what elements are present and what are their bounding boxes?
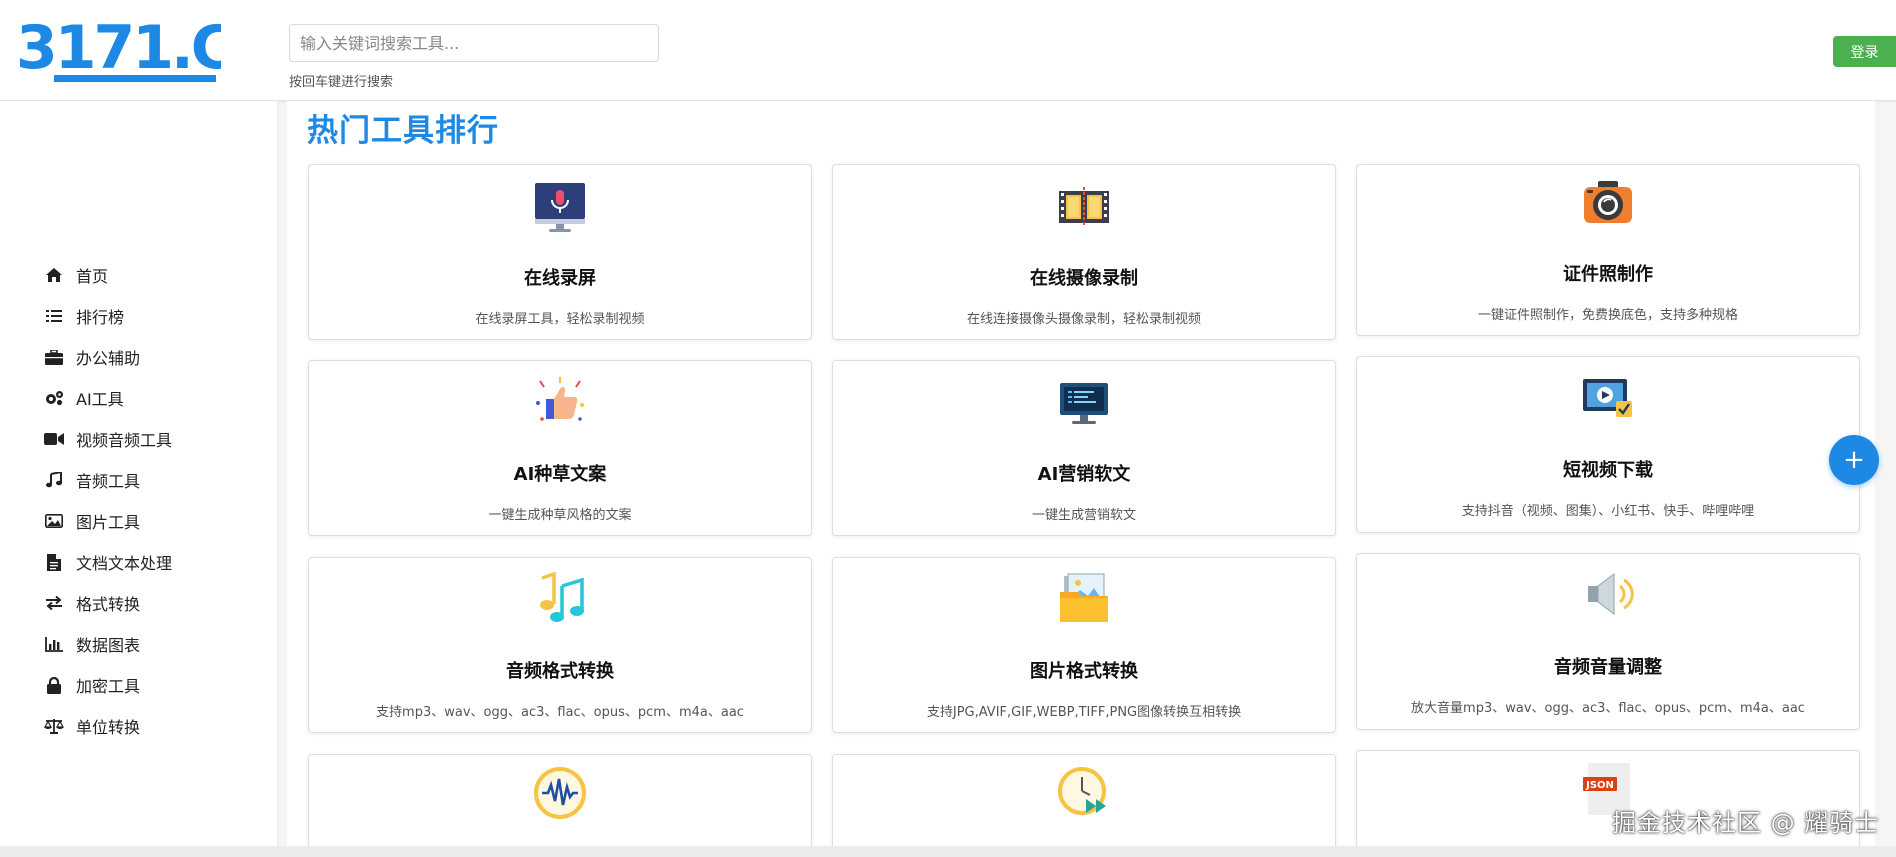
- bar-chart-icon: [44, 634, 64, 654]
- card-title: 短视频下载: [1563, 460, 1653, 481]
- sidebar-item-label: 音频工具: [76, 472, 141, 491]
- film-strip-icon: [1056, 179, 1112, 235]
- sidebar-item-image[interactable]: 图片工具: [44, 506, 140, 536]
- sidebar-item-label: AI工具: [76, 390, 124, 409]
- sidebar-item-audio[interactable]: 音频工具: [44, 465, 140, 495]
- tool-card-speed[interactable]: [832, 754, 1336, 846]
- document-icon: [44, 552, 64, 572]
- image-icon: [44, 511, 64, 531]
- main-content: 热门工具排行 在线录屏 在线录屏工具，轻松录制视频 在线摄像录制 在线连接摄像头…: [287, 101, 1875, 846]
- computer-screen-icon: [1056, 375, 1112, 431]
- json-badge-text: JSON: [1585, 780, 1614, 791]
- sidebar-item-label: 视频音频工具: [76, 431, 173, 450]
- sidebar-item-label: 单位转换: [76, 718, 141, 737]
- camera-icon: [1580, 176, 1636, 232]
- card-desc: 一键生成营销软文: [1031, 508, 1136, 523]
- card-title: 音频格式转换: [506, 661, 614, 682]
- watermark-text: 掘金技术社区 @ 耀骑士: [1612, 809, 1880, 837]
- gears-icon: [44, 388, 64, 408]
- sidebar-item-office[interactable]: 办公辅助: [44, 342, 140, 372]
- search-input[interactable]: [289, 24, 659, 62]
- music-notes-icon: [532, 570, 588, 626]
- sidebar-item-label: 排行榜: [76, 308, 125, 327]
- monitor-microphone-icon: [532, 179, 588, 235]
- sidebar-item-unit[interactable]: 单位转换: [44, 711, 140, 741]
- sidebar-item-label: 办公辅助: [76, 349, 141, 368]
- sidebar-item-label: 加密工具: [76, 677, 141, 696]
- sidebar-item-charts[interactable]: 数据图表: [44, 629, 140, 659]
- sidebar-item-video-audio[interactable]: 视频音频工具: [44, 424, 172, 454]
- search-hint: 按回车键进行搜索: [289, 75, 394, 90]
- card-desc: 一键证件照制作，免费换底色，支持多种规格: [1477, 308, 1738, 323]
- sidebar-item-ai-tools[interactable]: AI工具: [44, 383, 124, 413]
- card-title: 在线录屏: [524, 268, 596, 289]
- sidebar-item-label: 格式转换: [76, 595, 141, 614]
- tool-card-camera-record[interactable]: 在线摄像录制 在线连接摄像头摄像录制，轻松录制视频: [832, 164, 1336, 340]
- tool-card-image-format[interactable]: 图片格式转换 支持JPG,AVIF,GIF,WEBP,TIFF,PNG图像转换互…: [832, 557, 1336, 733]
- card-desc: 在线连接摄像头摄像录制，轻松录制视频: [966, 312, 1201, 327]
- card-title: 证件照制作: [1563, 264, 1653, 285]
- video-download-icon: [1580, 371, 1636, 427]
- tool-card-short-video[interactable]: 短视频下载 支持抖音（视频、图集）、小红书、快手、哔哩哔哩: [1356, 356, 1860, 533]
- sidebar-item-home[interactable]: 首页: [44, 260, 108, 290]
- sidebar: 首页 排行榜 办公辅助 AI工具 视频音频工具 音频工具 图片工具 文档文本处理…: [0, 101, 278, 846]
- thumbs-up-icon: [532, 375, 588, 431]
- card-desc: 在线录屏工具，轻松录制视频: [475, 312, 645, 327]
- logo-text: 3171.CN: [16, 14, 221, 83]
- login-button[interactable]: 登录: [1833, 36, 1896, 67]
- card-desc: 支持抖音（视频、图集）、小红书、快手、哔哩哔哩: [1461, 504, 1755, 519]
- sidebar-item-label: 图片工具: [76, 513, 141, 532]
- tool-card-ai-seeding[interactable]: AI种草文案 一键生成种草风格的文案: [308, 360, 812, 536]
- card-title: 在线摄像录制: [1030, 268, 1138, 289]
- speaker-icon: [1580, 566, 1636, 622]
- list-icon: [44, 306, 64, 326]
- card-title: AI种草文案: [513, 464, 607, 485]
- tool-card-audio-volume[interactable]: 音频音量调整 放大音量mp3、wav、ogg、ac3、flac、opus、pcm…: [1356, 553, 1860, 730]
- balance-scale-icon: [44, 716, 64, 736]
- exchange-arrows-icon: [44, 593, 64, 613]
- card-title: 图片格式转换: [1030, 661, 1138, 682]
- floating-add-button[interactable]: +: [1829, 435, 1879, 485]
- video-camera-icon: [44, 429, 64, 449]
- card-desc: 放大音量mp3、wav、ogg、ac3、flac、opus、pcm、m4a、aa…: [1411, 701, 1805, 716]
- tool-card-id-photo[interactable]: 证件照制作 一键证件照制作，免费换底色，支持多种规格: [1356, 164, 1860, 336]
- sidebar-item-document[interactable]: 文档文本处理: [44, 547, 172, 577]
- lock-icon: [44, 675, 64, 695]
- card-desc: 一键生成种草风格的文案: [488, 508, 632, 523]
- bottom-scroll-strip: [0, 846, 1896, 857]
- sidebar-item-label: 首页: [76, 267, 109, 286]
- tool-card-ai-marketing[interactable]: AI营销软文 一键生成营销软文: [832, 360, 1336, 536]
- card-title: AI营销软文: [1037, 464, 1131, 485]
- section-title: 热门工具排行: [307, 113, 499, 149]
- clock-fast-forward-icon: [1056, 765, 1112, 821]
- sidebar-item-ranking[interactable]: 排行榜: [44, 301, 124, 331]
- tool-card-waveform[interactable]: [308, 754, 812, 846]
- card-desc: 支持JPG,AVIF,GIF,WEBP,TIFF,PNG图像转换互相转换: [926, 705, 1242, 720]
- sidebar-item-encryption[interactable]: 加密工具: [44, 670, 140, 700]
- sidebar-item-format[interactable]: 格式转换: [44, 588, 140, 618]
- sidebar-item-label: 文档文本处理: [76, 554, 173, 573]
- music-note-icon: [44, 470, 64, 490]
- tool-card-screen-record[interactable]: 在线录屏 在线录屏工具，轻松录制视频: [308, 164, 812, 340]
- sidebar-item-label: 数据图表: [76, 636, 141, 655]
- tool-card-audio-format[interactable]: 音频格式转换 支持mp3、wav、ogg、ac3、flac、opus、pcm、m…: [308, 557, 812, 733]
- briefcase-icon: [44, 347, 64, 367]
- card-title: 音频音量调整: [1554, 657, 1662, 678]
- site-logo[interactable]: 3171.CN: [16, 14, 221, 86]
- image-folder-icon: [1056, 570, 1112, 626]
- home-icon: [44, 265, 64, 285]
- waveform-icon: [532, 765, 588, 821]
- card-desc: 支持mp3、wav、ogg、ac3、flac、opus、pcm、m4a、aac: [376, 705, 744, 720]
- top-header: 3171.CN 按回车键进行搜索 登录: [0, 0, 1896, 101]
